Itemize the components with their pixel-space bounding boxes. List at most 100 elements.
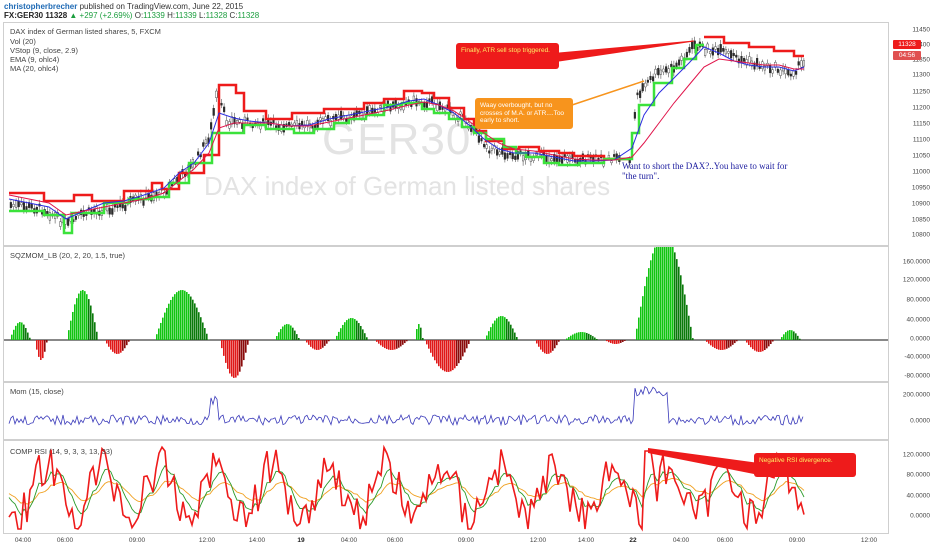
histogram-bar <box>750 340 752 348</box>
candle <box>657 67 660 76</box>
histogram-bar <box>572 334 574 340</box>
histogram-bar <box>422 337 424 340</box>
candle <box>732 53 735 57</box>
y-tick: 11300 <box>912 71 930 79</box>
histogram-bar <box>488 331 490 340</box>
histogram-bar <box>674 252 676 340</box>
indicator-ma[interactable]: MA (20, ohlc4) <box>10 64 58 73</box>
histogram-bar <box>506 318 508 340</box>
candle <box>196 151 200 156</box>
x-tick-day: 19 <box>297 537 305 544</box>
indicator-vol[interactable]: Vol (20) <box>10 37 36 46</box>
candle <box>748 56 751 64</box>
candle <box>649 75 652 80</box>
candle <box>116 205 119 208</box>
candle <box>639 90 642 98</box>
candle <box>204 139 207 144</box>
candle <box>607 155 610 158</box>
mom-pane[interactable]: Mom (15, close) <box>3 382 889 440</box>
histogram-bar <box>676 259 678 340</box>
histogram-bar <box>42 340 44 359</box>
histogram-bar <box>110 340 112 350</box>
histogram-bar <box>586 332 588 340</box>
x-tick: 12:00 <box>860 537 878 544</box>
candle <box>25 206 28 211</box>
histogram-bar <box>25 328 27 340</box>
histogram-bar <box>666 247 668 340</box>
time-axis[interactable]: 04:00 06:00 09:00 12:00 14:00 19 04:00 0… <box>3 534 889 550</box>
mom-title[interactable]: Mom (15, close) <box>10 387 64 396</box>
histogram-bar <box>550 340 552 353</box>
candle <box>709 51 712 54</box>
histogram-bar <box>754 340 756 351</box>
histogram-bar <box>235 340 237 378</box>
candle <box>46 211 49 215</box>
indicator-ema[interactable]: EMA (9, ohlc4) <box>10 55 59 64</box>
candle <box>802 60 805 67</box>
histogram-bar <box>580 332 582 340</box>
histogram-bar <box>720 340 722 350</box>
annotation-wait-turn: Want to short the DAX?..You have to wait… <box>622 161 788 181</box>
histogram-bar <box>88 299 90 340</box>
candle <box>20 202 23 206</box>
rsi-pane[interactable]: COMP RSI (14, 9, 3, 3, 13, 33) Negative … <box>3 440 889 534</box>
histogram-bar <box>13 329 15 340</box>
callout-atr-stop: Finally, ATR sell stop triggered. <box>456 43 559 69</box>
sqzmom-title[interactable]: SQZMOM_LB (20, 2, 20, 1.5, true) <box>10 251 125 260</box>
histogram-bar <box>247 340 249 345</box>
histogram-bar <box>789 330 791 340</box>
histogram-bar <box>126 340 128 346</box>
histogram-bar <box>710 340 712 346</box>
price-pane[interactable]: GER30 DAX index of German listed shares … <box>3 22 889 246</box>
sqzmom-pane[interactable]: SQZMOM_LB (20, 2, 20, 1.5, true) <box>3 246 889 382</box>
histogram-bar <box>462 340 464 357</box>
histogram-bar <box>514 332 516 340</box>
indicator-vstop[interactable]: VStop (9, close, 2.9) <box>10 46 78 55</box>
histogram-bar <box>592 336 594 340</box>
histogram-bar <box>420 327 422 340</box>
high-label: H: <box>167 11 176 20</box>
histogram-bar <box>764 340 766 351</box>
price-tag: 11328 <box>893 40 921 49</box>
histogram-bar <box>416 329 418 340</box>
histogram-bar <box>650 260 652 340</box>
histogram-bar <box>498 316 500 340</box>
histogram-bar <box>394 340 396 350</box>
x-tick: 09:00 <box>457 537 475 544</box>
y-tick: 10850 <box>911 216 930 224</box>
candle <box>633 112 636 119</box>
histogram-bar <box>186 292 188 340</box>
y-tick: 0.0000 <box>910 335 930 343</box>
histogram-bar <box>326 340 328 344</box>
symbol-label[interactable]: FX:GER30 <box>4 11 43 20</box>
histogram-bar <box>783 334 785 340</box>
histogram-bar <box>284 324 286 340</box>
histogram-bar <box>538 340 540 347</box>
candle <box>654 68 657 75</box>
histogram-bar <box>72 311 74 340</box>
histogram-bar <box>690 326 692 340</box>
histogram-bar <box>156 334 158 340</box>
candle <box>111 208 114 215</box>
histogram-bar <box>682 284 684 340</box>
histogram-bar <box>352 318 354 340</box>
rsi-y-axis[interactable]: 120.0000 80.0000 40.0000 0.0000 <box>889 440 932 534</box>
time-tag: 04:56 <box>893 51 921 60</box>
candle <box>743 58 746 62</box>
high-value: 11339 <box>175 11 197 20</box>
histogram-bar <box>576 332 578 340</box>
rsi-title[interactable]: COMP RSI (14, 9, 3, 3, 13, 33) <box>10 447 112 456</box>
histogram-bar <box>434 340 436 361</box>
histogram-bar <box>298 337 300 340</box>
candle <box>288 122 291 126</box>
histogram-bar <box>756 340 758 352</box>
candle <box>9 202 12 208</box>
histogram-bar <box>752 340 754 350</box>
mom-y-axis[interactable]: 200.0000 0.0000 <box>889 382 932 440</box>
candle <box>334 113 337 120</box>
sqzmom-y-axis[interactable]: 160.0000 120.0000 80.0000 40.0000 0.0000… <box>889 246 932 382</box>
author-link[interactable]: christopherbrecher <box>4 2 77 11</box>
histogram-bar <box>316 340 318 350</box>
x-tick: 04:00 <box>672 537 690 544</box>
histogram-bar <box>654 247 656 340</box>
